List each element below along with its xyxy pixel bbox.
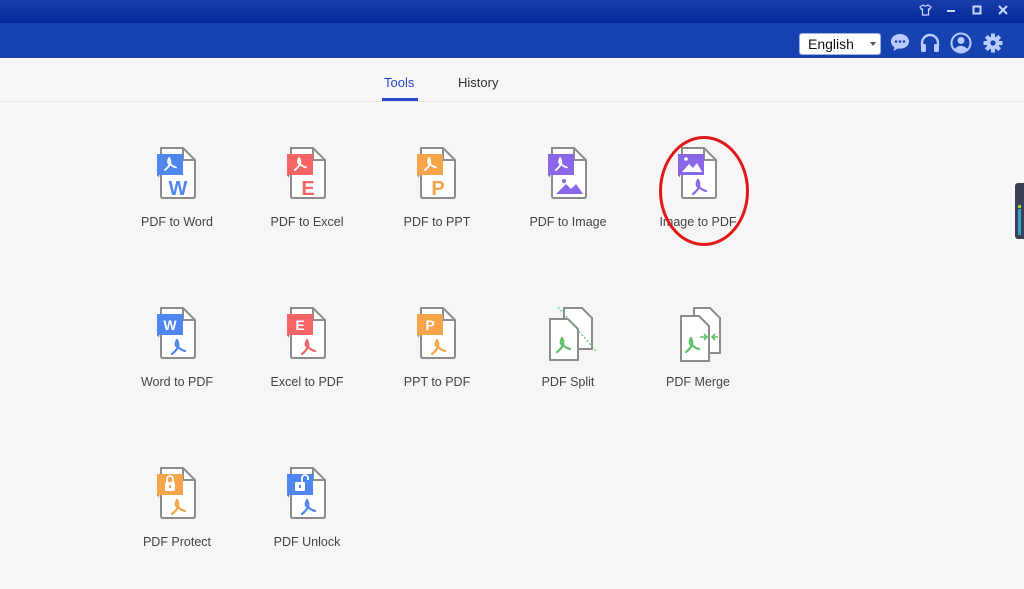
- tool-label: PDF Split: [541, 375, 595, 389]
- tool-label: PPT to PDF: [403, 375, 471, 389]
- app-header: English: [0, 23, 1024, 58]
- headphones-icon[interactable]: [919, 32, 941, 54]
- maximize-button[interactable]: [970, 3, 984, 17]
- tool-label: Excel to PDF: [270, 375, 344, 389]
- tool-pdf-protect[interactable]: PDF Protect: [117, 467, 237, 567]
- chat-icon[interactable]: [889, 32, 911, 54]
- settings-gear-icon[interactable]: [982, 32, 1004, 54]
- dropdown-caret-icon: [870, 42, 876, 46]
- tool-label: Image to PDF: [659, 215, 737, 229]
- svg-text:W: W: [169, 178, 188, 200]
- tool-pdf-to-word[interactable]: W PDF to Word: [117, 147, 237, 247]
- svg-text:P: P: [431, 178, 444, 200]
- svg-text:P: P: [425, 317, 434, 333]
- svg-text:W: W: [163, 317, 177, 333]
- side-panel-handle[interactable]: [1015, 183, 1024, 239]
- image-to-pdf-file-icon: [678, 147, 717, 199]
- tool-label: PDF Merge: [666, 375, 730, 389]
- tool-label: PDF to Word: [140, 215, 213, 229]
- tool-label: PDF to PPT: [403, 215, 471, 229]
- svg-text:E: E: [301, 178, 314, 200]
- tool-pdf-merge[interactable]: PDF Merge: [638, 307, 758, 407]
- svg-text:E: E: [295, 317, 304, 333]
- language-select[interactable]: English: [799, 33, 881, 55]
- pdf-unlock-file-icon: [287, 467, 326, 519]
- tool-ppt-to-pdf[interactable]: P PPT to PDF: [377, 307, 497, 407]
- tool-label: Word to PDF: [140, 375, 213, 389]
- tool-excel-to-pdf[interactable]: E Excel to PDF: [247, 307, 367, 407]
- pdf-to-ppt-file-icon: P: [417, 147, 456, 200]
- pdf-split-file-icon: [549, 307, 596, 361]
- tool-pdf-to-image[interactable]: PDF to Image: [508, 147, 628, 247]
- tool-label: PDF Unlock: [273, 535, 341, 549]
- tool-image-to-pdf[interactable]: Image to PDF: [638, 147, 758, 247]
- close-button[interactable]: [996, 3, 1010, 17]
- tool-label: PDF Protect: [142, 535, 212, 549]
- tool-word-to-pdf[interactable]: W Word to PDF: [117, 307, 237, 407]
- tab-tools[interactable]: Tools: [384, 75, 414, 90]
- tool-label: PDF to Excel: [270, 215, 344, 229]
- excel-to-pdf-file-icon: E: [287, 307, 326, 359]
- tab-bar: Tools History: [0, 58, 1024, 102]
- minimize-button[interactable]: [944, 3, 958, 17]
- active-tab-indicator: [382, 98, 418, 101]
- pdf-protect-file-icon: [157, 467, 196, 519]
- word-to-pdf-file-icon: W: [157, 307, 196, 359]
- language-selected: English: [808, 36, 854, 52]
- tool-pdf-split[interactable]: PDF Split: [508, 307, 628, 407]
- tab-history[interactable]: History: [458, 75, 498, 90]
- tool-pdf-to-excel[interactable]: E PDF to Excel: [247, 147, 367, 247]
- ppt-to-pdf-file-icon: P: [417, 307, 456, 359]
- title-bar: [0, 0, 1024, 23]
- tool-pdf-to-ppt[interactable]: P PDF to PPT: [377, 147, 497, 247]
- tool-pdf-unlock[interactable]: PDF Unlock: [247, 467, 367, 567]
- pdf-merge-file-icon: [680, 307, 721, 362]
- user-account-icon[interactable]: [950, 32, 972, 54]
- tshirt-icon[interactable]: [918, 3, 932, 17]
- pdf-to-excel-file-icon: E: [287, 147, 326, 200]
- pdf-to-image-file-icon: [548, 147, 587, 199]
- pdf-to-word-file-icon: W: [157, 147, 196, 200]
- tool-label: PDF to Image: [529, 215, 607, 229]
